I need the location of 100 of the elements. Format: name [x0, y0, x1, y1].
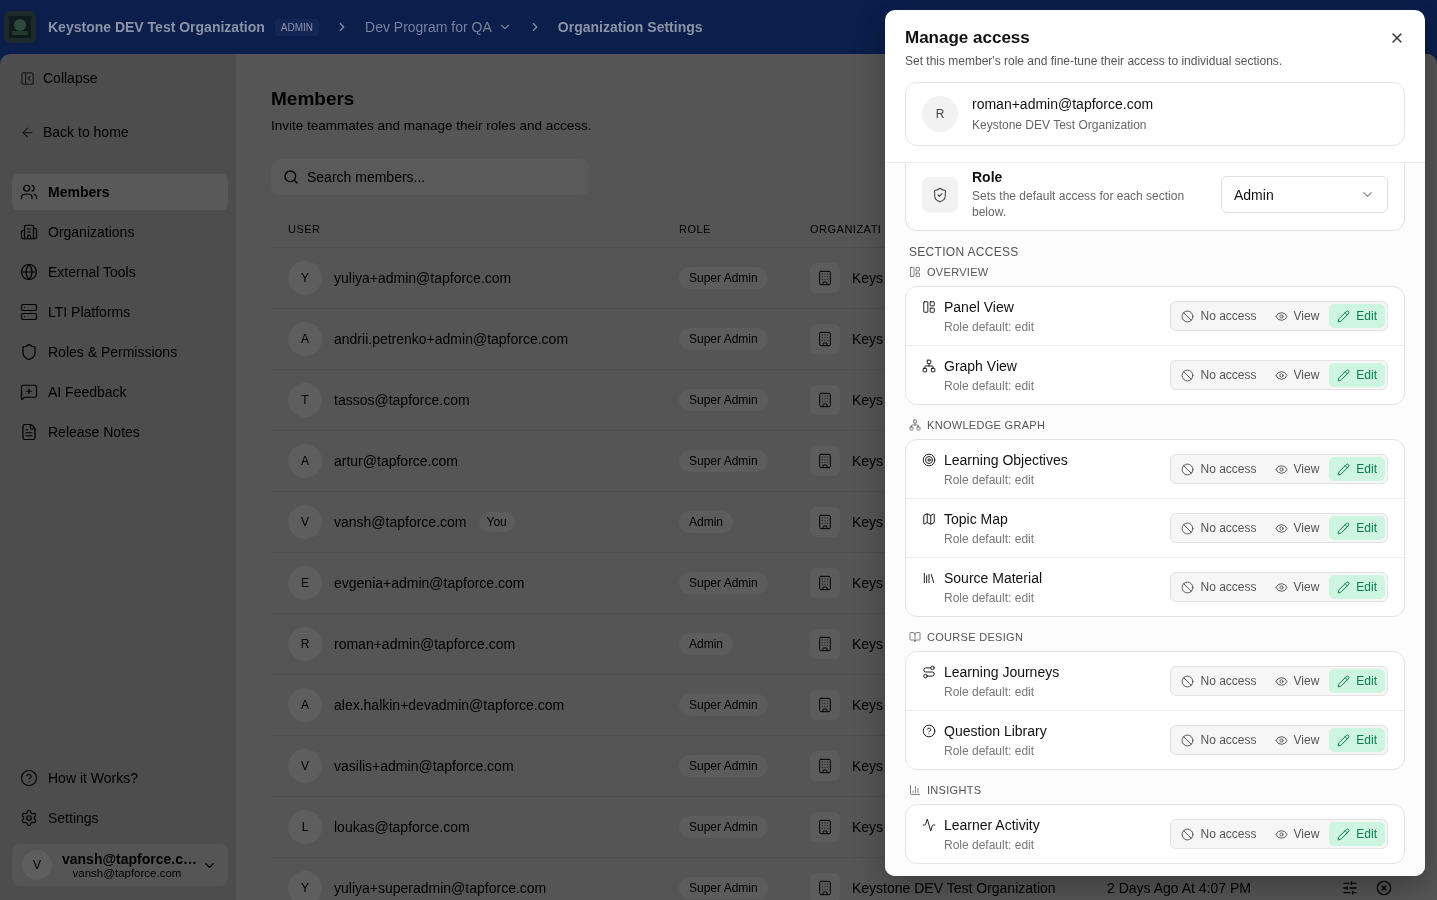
access-option[interactable]: No access — [1173, 728, 1265, 752]
access-option[interactable]: No access — [1173, 516, 1265, 540]
section-name: Graph View — [944, 357, 1017, 374]
access-option[interactable]: Edit — [1329, 728, 1385, 752]
user-avatar: V — [22, 850, 52, 880]
breadcrumb-current: Organization Settings — [557, 19, 703, 35]
user-menu[interactable]: V vansh@tapforce.c… vansh@tapforce.com — [12, 844, 228, 886]
access-option[interactable]: View — [1266, 822, 1328, 846]
member-email: vansh@tapforce.com — [334, 514, 467, 530]
building-icon — [810, 690, 840, 720]
member-email: tassos@tapforce.com — [334, 392, 470, 408]
access-option[interactable]: Edit — [1329, 669, 1385, 693]
help-icon — [922, 723, 936, 738]
pencil-icon — [1337, 580, 1351, 594]
member-email: vasilis+admin@tapforce.com — [334, 758, 514, 774]
organization-name: Keys — [852, 392, 884, 408]
access-option[interactable]: No access — [1173, 822, 1265, 846]
access-option[interactable]: View — [1266, 516, 1328, 540]
sidebar-item[interactable]: AI Feedback — [12, 374, 228, 410]
library-icon — [922, 570, 936, 585]
sidebar-item[interactable]: LTI Platforms — [12, 294, 228, 330]
group-title: KNOWLEDGE GRAPH — [927, 419, 1046, 431]
access-option[interactable]: Edit — [1329, 457, 1385, 481]
role-badge: Super Admin — [679, 267, 768, 289]
section-name: Source Material — [944, 569, 1043, 586]
sliders-icon[interactable] — [1342, 880, 1358, 896]
role-default: Role default: edit — [944, 590, 1036, 605]
shield-check-icon — [922, 176, 958, 213]
access-option[interactable]: Edit — [1329, 822, 1385, 846]
role-default: Role default: edit — [944, 378, 1035, 393]
organization-name: Keys — [852, 636, 884, 652]
access-option[interactable]: Edit — [1329, 363, 1385, 387]
dialog-subtitle: Set this member's role and fine-tune their access to individual sections. — [905, 54, 1284, 68]
role-badge: Super Admin — [679, 755, 768, 777]
access-option[interactable]: Edit — [1329, 516, 1385, 540]
sidebar-item[interactable]: Members — [12, 174, 228, 210]
page-title: Members — [271, 88, 355, 110]
eye-icon — [1274, 733, 1288, 747]
building-icon — [810, 751, 840, 781]
member-email: roman+admin@tapforce.com — [334, 636, 516, 652]
building-icon — [810, 385, 840, 415]
search-icon — [283, 169, 299, 185]
eye-icon — [1274, 674, 1288, 688]
access-option[interactable]: View — [1266, 728, 1328, 752]
pencil-icon — [1337, 674, 1351, 688]
user-avatar: T — [288, 383, 322, 417]
access-option[interactable]: View — [1266, 575, 1328, 599]
eye-icon — [1274, 827, 1288, 841]
section-name: Learner Activity — [944, 816, 1040, 833]
search-field[interactable]: Search members... — [271, 159, 589, 195]
access-option[interactable]: View — [1266, 363, 1328, 387]
last-active: 2 Days Ago At 4:07 PM — [1107, 880, 1252, 896]
access-option[interactable]: No access — [1173, 669, 1265, 693]
access-option[interactable]: View — [1266, 669, 1328, 693]
access-option[interactable]: No access — [1173, 457, 1265, 481]
sidebar-item[interactable]: Roles & Permissions — [12, 334, 228, 370]
network-icon — [909, 419, 921, 431]
sidebar-item[interactable]: How it Works? — [12, 760, 228, 796]
access-option[interactable]: Edit — [1329, 575, 1385, 599]
collapse-button[interactable]: Collapse — [12, 62, 228, 94]
eye-icon — [1274, 580, 1288, 594]
member-email: evgenia+admin@tapforce.com — [334, 575, 525, 591]
sidebar-item[interactable]: External Tools — [12, 254, 228, 290]
ban-icon — [1181, 521, 1195, 535]
globe-icon — [20, 263, 38, 281]
access-option[interactable]: View — [1266, 304, 1328, 328]
section-heading: SECTION ACCESS — [909, 245, 1019, 259]
organization-name: Keys — [852, 453, 884, 469]
access-option[interactable]: View — [1266, 457, 1328, 481]
access-option[interactable]: No access — [1173, 363, 1265, 387]
member-organization: Keystone DEV Test Organization — [972, 118, 1148, 132]
pencil-icon — [1337, 462, 1351, 476]
pencil-icon — [1337, 521, 1351, 535]
role-default: Role default: edit — [944, 319, 1035, 334]
member-avatar: R — [922, 96, 958, 132]
program-dropdown[interactable]: Dev Program for QA — [365, 19, 512, 35]
access-option[interactable]: Edit — [1329, 304, 1385, 328]
panels-icon — [909, 266, 921, 278]
sidebar-item[interactable]: Settings — [12, 800, 228, 836]
role-badge: ADMIN — [274, 18, 319, 36]
ban-icon — [1181, 309, 1195, 323]
organization-name: Keys — [852, 270, 884, 286]
ban-icon — [1181, 368, 1195, 382]
server-icon — [20, 303, 38, 321]
shield-icon — [20, 343, 38, 361]
users-icon — [20, 183, 38, 201]
eye-icon — [1274, 309, 1288, 323]
back-link[interactable]: Back to home — [12, 116, 228, 148]
sidebar-item[interactable]: Release Notes — [12, 414, 228, 450]
remove-icon[interactable] — [1376, 880, 1392, 896]
group-title: OVERVIEW — [927, 266, 989, 278]
eye-icon — [1274, 368, 1288, 382]
sidebar-item[interactable]: Organizations — [12, 214, 228, 250]
access-option[interactable]: No access — [1173, 575, 1265, 599]
role-badge: Super Admin — [679, 877, 768, 899]
role-select[interactable]: Admin — [1221, 176, 1388, 213]
pencil-icon — [1337, 368, 1351, 382]
role-badge: Super Admin — [679, 328, 768, 350]
access-option[interactable]: No access — [1173, 304, 1265, 328]
map-icon — [922, 511, 936, 526]
